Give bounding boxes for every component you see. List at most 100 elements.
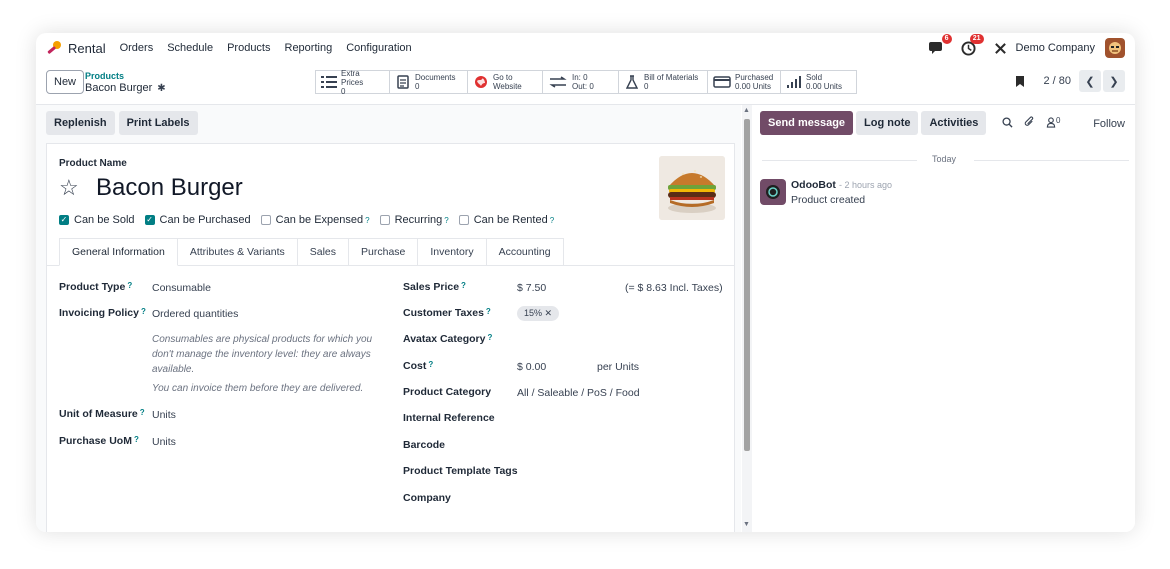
- help-tooltip-icon[interactable]: ?: [127, 281, 132, 290]
- form-scrollbar[interactable]: ▲ ▼: [742, 105, 752, 532]
- activities-button[interactable]: 21: [960, 34, 984, 57]
- breadcrumb-products-link[interactable]: Products: [85, 71, 166, 81]
- followers-button[interactable]: 0: [1046, 116, 1060, 131]
- smart-button-extra-prices[interactable]: Extra Prices 0: [315, 69, 390, 96]
- smart-value: Out: 0: [572, 82, 594, 91]
- help-tooltip-icon[interactable]: ?: [550, 216, 554, 225]
- product-name-field[interactable]: Bacon Burger: [96, 174, 243, 202]
- recurring-checkbox[interactable]: Recurring ?: [379, 214, 449, 226]
- cost-field[interactable]: $ 0.00: [517, 361, 546, 373]
- form-sheet: Product Name ☆ Bacon Burger ✓ Can be Sol…: [46, 143, 735, 532]
- tab-general-information[interactable]: General Information: [59, 238, 178, 266]
- activities-button[interactable]: Activities: [921, 111, 987, 135]
- message-author[interactable]: OdooBot: [791, 179, 836, 191]
- app-brand[interactable]: Rental: [46, 40, 106, 56]
- messages-button[interactable]: 6: [928, 34, 952, 57]
- smart-button-bom[interactable]: Bill of Materials 0: [619, 70, 708, 94]
- log-note-button[interactable]: Log note: [856, 111, 919, 135]
- scrollbar-thumb[interactable]: [744, 119, 750, 451]
- can-be-sold-checkbox[interactable]: ✓ Can be Sold: [59, 214, 135, 226]
- checkbox-label: Can be Rented: [473, 214, 548, 226]
- print-labels-button[interactable]: Print Labels: [118, 111, 198, 135]
- tab-accounting[interactable]: Accounting: [486, 238, 564, 266]
- document-icon: [395, 75, 411, 89]
- paperclip-icon[interactable]: [1024, 116, 1035, 131]
- purchase-uom-field[interactable]: Units: [152, 436, 176, 448]
- main-menu: Orders Schedule Products Reporting Confi…: [120, 42, 426, 54]
- pager-value[interactable]: 2 / 80: [1043, 75, 1071, 87]
- pager-next-button[interactable]: ❯: [1103, 70, 1125, 92]
- cost-label: Cost?: [403, 360, 433, 372]
- product-type-field[interactable]: Consumable: [152, 282, 211, 294]
- smart-button-in-out[interactable]: In: 0 Out: 0: [543, 70, 619, 94]
- field-label-text: Sales Price: [403, 281, 460, 293]
- control-panel: New Products Bacon Burger ✱ Extra Prices…: [36, 63, 1135, 105]
- invoicing-policy-field[interactable]: Ordered quantities: [152, 308, 238, 320]
- sales-price-field[interactable]: $ 7.50: [517, 282, 546, 294]
- search-icon[interactable]: [1002, 116, 1013, 131]
- remove-tag-icon[interactable]: ✕: [545, 308, 553, 318]
- notebook-tabs: General Information Attributes & Variant…: [59, 238, 564, 266]
- help-tooltip-icon[interactable]: ?: [461, 281, 466, 290]
- help-tooltip-icon[interactable]: ?: [365, 216, 369, 225]
- uom-field[interactable]: Units: [152, 409, 176, 421]
- smart-button-purchased[interactable]: Purchased 0.00 Units: [708, 70, 781, 94]
- tab-sales[interactable]: Sales: [297, 238, 350, 266]
- rental-app-icon: [47, 41, 61, 54]
- help-tooltip-icon[interactable]: ?: [486, 307, 491, 316]
- menu-products[interactable]: Products: [227, 42, 270, 54]
- company-switch-icon-wrap[interactable]: [992, 39, 1010, 57]
- help-tooltip-icon[interactable]: ?: [487, 333, 492, 342]
- user-icon: [1046, 117, 1056, 128]
- send-message-button[interactable]: Send message: [760, 111, 854, 135]
- product-category-field[interactable]: All / Saleable / PoS / Food: [517, 387, 640, 399]
- bar-chart-icon: [786, 75, 802, 89]
- new-button[interactable]: New: [46, 70, 85, 94]
- help-tooltip-icon[interactable]: ?: [134, 435, 139, 444]
- menu-reporting[interactable]: Reporting: [285, 42, 333, 54]
- replenish-button[interactable]: Replenish: [46, 111, 115, 135]
- tab-purchase[interactable]: Purchase: [349, 238, 419, 266]
- breadcrumb-current-label: Bacon Burger: [85, 82, 153, 94]
- date-separator-label: Today: [932, 154, 957, 164]
- menu-configuration[interactable]: Configuration: [346, 42, 411, 54]
- barcode-label: Barcode: [403, 439, 446, 451]
- follow-button[interactable]: Follow: [1093, 118, 1125, 130]
- tab-inventory[interactable]: Inventory: [418, 238, 487, 266]
- user-avatar[interactable]: [1105, 38, 1125, 58]
- chevron-right-icon: ❯: [1109, 75, 1119, 88]
- breadcrumb-current: Bacon Burger ✱: [85, 82, 166, 94]
- scroll-down-icon[interactable]: ▼: [743, 521, 750, 528]
- can-be-purchased-checkbox[interactable]: ✓ Can be Purchased: [144, 214, 251, 226]
- avatax-category-label: Avatax Category?: [403, 333, 492, 345]
- bookmark-icon[interactable]: [1015, 75, 1025, 88]
- help-tooltip-icon[interactable]: ?: [141, 307, 146, 316]
- field-label-text: Invoicing Policy: [59, 307, 139, 319]
- help-tooltip-icon[interactable]: ?: [428, 360, 433, 369]
- can-be-rented-checkbox[interactable]: Can be Rented ?: [458, 214, 554, 226]
- tab-attributes-variants[interactable]: Attributes & Variants: [177, 238, 298, 266]
- can-be-expensed-checkbox[interactable]: Can be Expensed ?: [260, 214, 370, 226]
- gear-icon[interactable]: ✱: [157, 83, 165, 94]
- product-image[interactable]: [659, 156, 725, 220]
- company-switcher[interactable]: Demo Company: [1016, 42, 1095, 54]
- odoobot-avatar[interactable]: [760, 179, 786, 205]
- message-body: OdooBot - 2 hours ago Product created: [791, 179, 892, 206]
- product-type-label: Product Type?: [59, 281, 132, 293]
- checkbox-label: Can be Sold: [74, 214, 135, 226]
- smart-button-website[interactable]: Go to Website: [468, 70, 543, 94]
- tax-tag[interactable]: 15% ✕: [517, 306, 560, 321]
- help-tooltip-icon[interactable]: ?: [444, 216, 448, 225]
- smart-button-documents[interactable]: Documents 0: [390, 70, 468, 94]
- smart-button-sold[interactable]: Sold 0.00 Units: [781, 70, 857, 94]
- help-tooltip-icon[interactable]: ?: [140, 408, 145, 417]
- menu-schedule[interactable]: Schedule: [167, 42, 213, 54]
- menu-orders[interactable]: Orders: [120, 42, 154, 54]
- checkbox-empty-icon: [260, 215, 271, 225]
- star-icon[interactable]: ☆: [59, 175, 83, 201]
- smart-label: In: 0: [572, 73, 588, 82]
- scroll-up-icon[interactable]: ▲: [743, 107, 750, 114]
- product-checkboxes: ✓ Can be Sold ✓ Can be Purchased Can be …: [59, 214, 564, 226]
- pager-previous-button[interactable]: ❮: [1079, 70, 1101, 92]
- form-area: Replenish Print Labels Product Name ☆ Ba…: [36, 105, 741, 532]
